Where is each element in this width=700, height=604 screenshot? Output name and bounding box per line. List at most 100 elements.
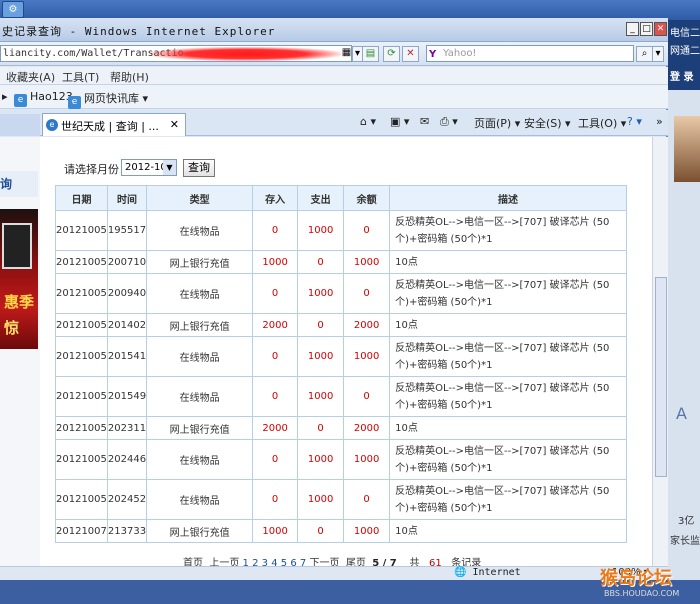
query-button[interactable]: 查询	[183, 159, 215, 177]
fav-web-slice[interactable]: e 网页快讯库 ▾	[68, 90, 148, 109]
page-icon[interactable]: ▤	[362, 46, 379, 62]
month-select[interactable]: 2012-10 ▼	[121, 159, 177, 176]
left-tab-label[interactable]: 询	[0, 171, 38, 197]
refresh-icon[interactable]: ⟳	[383, 46, 400, 62]
cell-date: 20121005	[55, 273, 108, 314]
help-icon[interactable]: ? ▾	[627, 115, 642, 128]
pager-next[interactable]: 下一页	[309, 558, 339, 566]
cell-time: 201549	[106, 376, 148, 417]
menu-tools-cmd[interactable]: 工具(O) ▾	[578, 115, 626, 131]
table-row: 20121005 202311 网上银行充值 2000 0 2000 10点	[55, 416, 627, 440]
cell-type: 在线物品	[146, 479, 254, 520]
cell-desc: 反恐精英OL-->电信一区-->[707] 破译芯片 (50个)+密码箱 (50…	[389, 479, 627, 520]
cell-time: 202311	[106, 416, 148, 440]
status-zone-text: Internet	[472, 567, 521, 578]
menu-page[interactable]: 页面(P) ▾	[474, 115, 520, 131]
ie-tab-icon: e	[46, 119, 58, 131]
search-input[interactable]: Y Yahoo!	[426, 45, 634, 62]
search-placeholder: Yahoo!	[443, 48, 477, 59]
print-icon[interactable]: ⎙ ▾	[440, 115, 458, 129]
cell-in: 0	[252, 376, 299, 417]
status-zone: 🌐 Internet	[454, 567, 521, 578]
bg-login[interactable]: 登 录	[670, 68, 693, 83]
cell-balance: 0	[343, 376, 391, 417]
home-icon[interactable]: ⌂ ▾	[360, 115, 376, 128]
cell-date: 20121007	[55, 519, 108, 543]
address-row: liancity.com/Wallet/Transactio ▦ ▾ ▤ ⟳ ✕…	[0, 42, 668, 66]
cell-out: 0	[297, 313, 345, 337]
cell-time: 202446	[106, 439, 148, 480]
cell-balance: 0	[343, 210, 391, 251]
title-bar: 史记录查询 - Windows Internet Explorer _ □ ✕	[0, 18, 668, 42]
status-bar: 🌐 Internet 100% ▾	[0, 566, 668, 580]
cell-type: 在线物品	[146, 336, 254, 377]
table-row: 20121005 201549 在线物品 0 1000 0 反恐精英OL-->电信一区-->…	[55, 376, 627, 417]
feeds-icon[interactable]: ▣ ▾	[390, 115, 409, 128]
pager-page-link[interactable]: 7	[300, 558, 306, 566]
pager-page-link[interactable]: 4	[271, 558, 277, 566]
search-icon[interactable]: ⌕	[636, 46, 653, 62]
cell-date: 20121005	[55, 439, 108, 480]
tab-active[interactable]: e 世纪天成 | 查询 | ... ✕	[42, 113, 186, 136]
menu-tools[interactable]: 工具(T)	[62, 69, 99, 85]
table-row: 20121005 201541 在线物品 0 1000 1000 反恐精英OL-->电信一区…	[55, 336, 627, 377]
header-balance: 余额	[343, 185, 391, 211]
cell-balance: 1000	[343, 519, 391, 543]
menu-help[interactable]: 帮助(H)	[110, 69, 149, 85]
cell-type: 网上银行充值	[146, 416, 254, 440]
cell-type: 在线物品	[146, 439, 254, 480]
favbar-chevron-icon[interactable]: ▸	[2, 90, 8, 103]
pager-page-link[interactable]: 2	[252, 558, 258, 566]
menu-safety[interactable]: 安全(S) ▾	[524, 115, 571, 131]
watermark-logo: 猴岛论坛	[600, 568, 672, 589]
pager-page-link[interactable]: 5	[281, 558, 287, 566]
pager-page-link[interactable]: 3	[262, 558, 268, 566]
ie-window: 史记录查询 - Windows Internet Explorer _ □ ✕ …	[0, 18, 668, 580]
pager-page-link[interactable]: 6	[290, 558, 296, 566]
pager-page-link[interactable]: 1	[243, 558, 249, 566]
promo-text-2: 惊	[4, 319, 20, 337]
maximize-icon[interactable]: □	[640, 22, 653, 36]
menu-favorites[interactable]: 收藏夹(A)	[6, 69, 55, 85]
cell-time: 200940	[106, 273, 148, 314]
address-bar[interactable]: liancity.com/Wallet/Transactio	[0, 45, 352, 62]
pager-prev[interactable]: 上一页	[209, 558, 239, 566]
pager-pages: 1 2 3 4 5 6 7	[243, 558, 310, 566]
desktop-app-icon[interactable]: ⚙	[2, 1, 24, 18]
cell-out: 1000	[297, 479, 345, 520]
cell-desc: 10点	[389, 519, 627, 543]
transaction-table: 日期 时间 类型 存入 支出 余额 描述 20121005 195517 在线物品 0…	[55, 185, 627, 543]
table-row: 20121007 213733 网上银行充值 1000 0 1000 10点	[55, 519, 627, 543]
table-row: 20121005 202446 在线物品 0 1000 1000 反恐精英OL-->电信一区…	[55, 439, 627, 480]
search-options-icon[interactable]: ▾	[652, 46, 664, 62]
promo-banner[interactable]: 惠季 惊	[0, 209, 38, 349]
pager-total: 61	[429, 558, 442, 566]
favorites-bar: ▸ e Hao123 e 网页快讯库 ▾	[0, 85, 668, 109]
header-out: 支出	[297, 185, 345, 211]
cell-out: 1000	[297, 376, 345, 417]
cell-date: 20121005	[55, 376, 108, 417]
tab-inactive[interactable]	[0, 114, 40, 136]
more-icon[interactable]: »	[656, 115, 663, 128]
cell-time: 201402	[106, 313, 148, 337]
pager-current: 5 / 7	[372, 558, 397, 566]
left-panel: 询 惠季 惊	[0, 137, 40, 566]
pager-last[interactable]: 尾页	[346, 558, 366, 566]
cell-desc: 反恐精英OL-->电信一区-->[707] 破译芯片 (50个)+密码箱 (50…	[389, 273, 627, 314]
cell-in: 0	[252, 336, 299, 377]
tab-close-icon[interactable]: ✕	[170, 118, 179, 131]
mail-icon[interactable]: ✉	[420, 115, 429, 128]
cell-date: 20121005	[55, 479, 108, 520]
cell-in: 0	[252, 439, 299, 480]
stop-icon[interactable]: ✕	[402, 46, 419, 62]
fav-hao123[interactable]: e Hao123	[14, 90, 73, 107]
minimize-icon[interactable]: _	[626, 22, 639, 36]
pager-first[interactable]: 首页	[183, 558, 203, 566]
header-date: 日期	[55, 185, 108, 211]
cell-time: 200710	[106, 250, 148, 274]
close-icon[interactable]: ✕	[654, 22, 667, 36]
scrollbar-thumb[interactable]	[655, 277, 667, 477]
cell-in: 1000	[252, 519, 299, 543]
cell-out: 1000	[297, 273, 345, 314]
vertical-scrollbar[interactable]	[652, 137, 668, 566]
